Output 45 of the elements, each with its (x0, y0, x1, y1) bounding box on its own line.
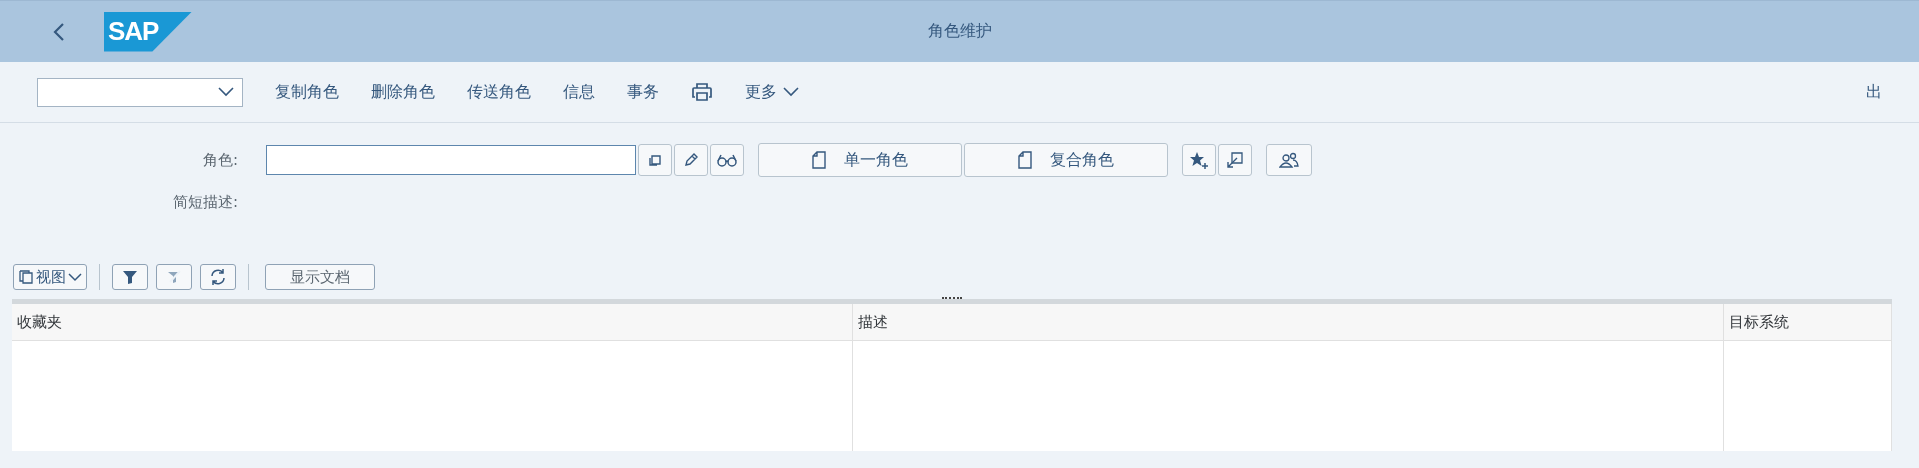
back-icon (52, 21, 66, 42)
exit-button[interactable]: 出 (1854, 77, 1894, 107)
more-button[interactable]: 更多 (733, 77, 811, 107)
role-input-field[interactable] (266, 145, 636, 175)
role-type-button[interactable]: 复合角色 (964, 143, 1168, 177)
column-header[interactable]: 描述 (853, 304, 1724, 340)
copy-button[interactable] (638, 144, 672, 176)
toolbar-button[interactable]: 信息 (551, 77, 607, 107)
role-label: 角色: (201, 150, 239, 170)
show-document-button[interactable]: 显示文档 (265, 264, 375, 290)
document-icon (1018, 151, 1032, 169)
caret-icon (218, 87, 234, 97)
view-button[interactable]: 视图 (13, 264, 87, 290)
window-title: 角色维护 (927, 21, 992, 42)
dropdown-field[interactable] (37, 77, 243, 107)
caret-icon (783, 87, 799, 97)
edit-button[interactable] (674, 144, 708, 176)
filter-remove-icon (166, 269, 182, 285)
sap-logo: SAP (104, 11, 192, 52)
toolbar-button[interactable]: 复制角色 (263, 77, 351, 107)
refresh-icon (209, 268, 227, 286)
toolbar-button[interactable]: 传送角色 (455, 77, 543, 107)
filter-button[interactable] (112, 264, 148, 290)
copy-icon (18, 269, 34, 285)
printer-icon (691, 82, 713, 102)
document-icon (812, 151, 826, 169)
glasses-icon (716, 152, 738, 168)
display-button[interactable] (710, 144, 744, 176)
toolbar-button[interactable]: 事务 (615, 77, 671, 107)
copy-icon (647, 152, 663, 168)
people-icon (1279, 151, 1299, 169)
refresh-button[interactable] (200, 264, 236, 290)
expand-arrow-icon (1226, 151, 1244, 169)
star-plus-icon (1189, 151, 1209, 169)
column-header[interactable]: 目标系统 (1724, 304, 1892, 340)
filter-icon (122, 269, 138, 285)
toolbar-button[interactable]: 删除角色 (359, 77, 447, 107)
users-button[interactable] (1266, 144, 1312, 176)
caret-icon (68, 272, 82, 282)
pencil-icon (683, 152, 699, 168)
favorite-add-button[interactable] (1182, 144, 1216, 176)
column-header[interactable]: 收藏夹 (12, 304, 853, 340)
description-label: 简短描述: (171, 192, 239, 212)
zoom-button[interactable] (1218, 144, 1252, 176)
role-type-button[interactable]: 单一角色 (758, 143, 962, 177)
